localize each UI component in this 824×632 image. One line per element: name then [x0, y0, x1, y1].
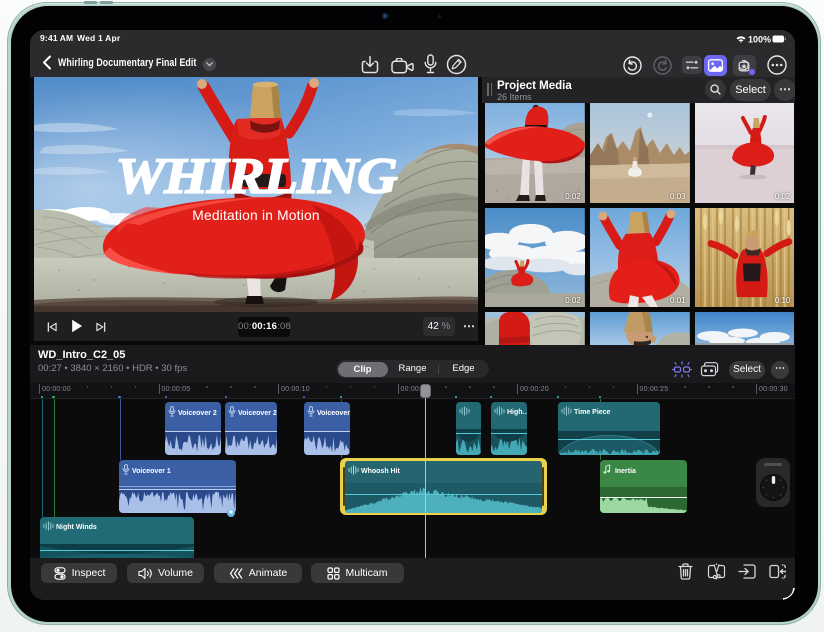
svg-text:100%: 100%	[748, 34, 771, 43]
